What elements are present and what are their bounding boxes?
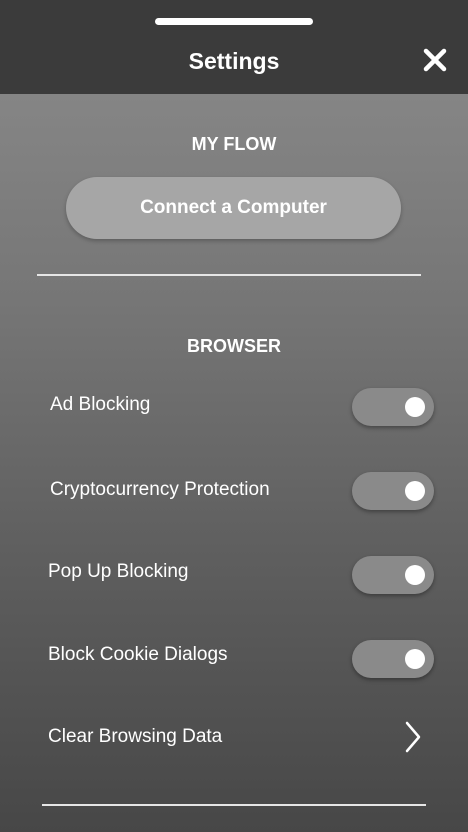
clear-browsing-data-chevron[interactable]	[402, 720, 424, 754]
ad-blocking-label: Ad Blocking	[50, 394, 151, 415]
toggle-knob	[405, 397, 425, 417]
toggle-knob	[405, 481, 425, 501]
chevron-right-icon	[405, 721, 421, 753]
pop-up-blocking-toggle[interactable]	[352, 556, 434, 594]
clear-browsing-data-item[interactable]: Clear Browsing Data	[48, 726, 222, 748]
toggle-knob	[405, 649, 425, 669]
my-flow-section-title: MY FLOW	[191, 134, 277, 154]
cryptocurrency-protection-toggle[interactable]	[352, 472, 434, 510]
toggle-knob	[405, 565, 425, 585]
cryptocurrency-protection-label: Cryptocurrency Protection	[50, 479, 270, 500]
close-icon	[423, 48, 447, 72]
drag-handle[interactable]	[155, 18, 313, 25]
settings-sheet: Settings MY FLOW Connect a Computer BROW…	[0, 0, 468, 832]
ad-blocking-toggle[interactable]	[352, 388, 434, 426]
block-cookie-dialogs-toggle[interactable]	[352, 640, 434, 678]
close-button[interactable]	[421, 46, 449, 74]
settings-header: Settings	[0, 0, 468, 94]
bottom-divider	[42, 804, 426, 806]
connect-computer-button[interactable]: Connect a Computer	[66, 177, 401, 239]
page-title: Settings	[188, 48, 280, 74]
pop-up-blocking-label: Pop Up Blocking	[48, 561, 189, 582]
section-divider	[37, 274, 421, 276]
browser-section-title: BROWSER	[187, 336, 281, 356]
block-cookie-dialogs-label: Block Cookie Dialogs	[48, 644, 228, 665]
